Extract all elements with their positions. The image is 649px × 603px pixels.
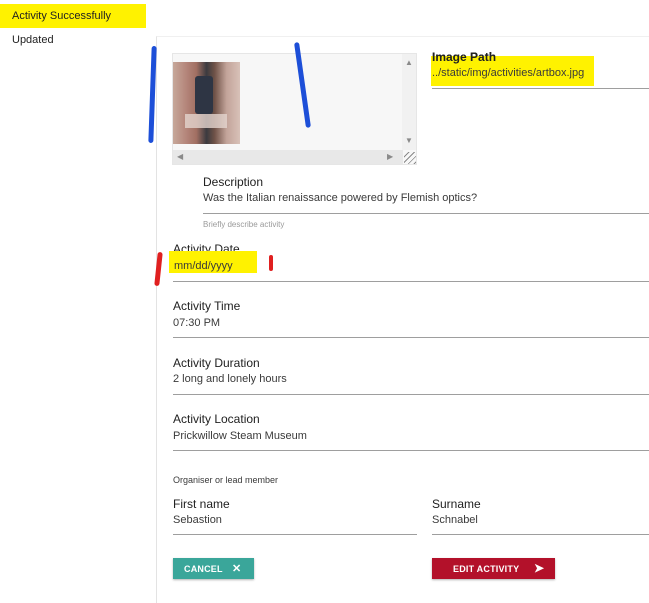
cancel-button[interactable]: CANCEL ✕: [173, 558, 254, 579]
description-hint: Briefly describe activity: [203, 220, 285, 229]
surname-field[interactable]: Schnabel: [432, 514, 478, 526]
first-name-field[interactable]: Sebastion: [173, 514, 222, 526]
surname-label: Surname: [432, 497, 481, 511]
image-path-label-top: Image Path: [432, 50, 497, 64]
activity-time-label: Activity Time: [173, 299, 241, 313]
activity-time-underline: [173, 337, 649, 338]
description-underline: [203, 213, 649, 214]
first-name-label: First name: [173, 497, 230, 511]
cancel-button-label: CANCEL: [184, 563, 223, 574]
edit-activity-button-label: EDIT ACTIVITY: [453, 563, 520, 574]
activity-location-field[interactable]: Prickwillow Steam Museum: [173, 430, 307, 442]
activity-duration-underline: [173, 394, 649, 395]
description-label: Description: [203, 175, 264, 189]
activity-location-underline: [173, 450, 649, 451]
image-path-field[interactable]: ../static/img/activities/artbox.jpg: [432, 67, 584, 79]
image-path-underline: [432, 88, 649, 89]
activity-date-field[interactable]: mm/dd/yyyy: [174, 260, 233, 272]
close-icon: ✕: [232, 563, 242, 575]
scroll-down-icon[interactable]: ▼: [405, 136, 413, 146]
scroll-left-icon[interactable]: ◀: [177, 152, 183, 162]
description-field[interactable]: Was the Italian renaissance powered by F…: [203, 192, 477, 204]
activity-location-label: Activity Location: [173, 412, 260, 426]
activity-date-underline: [173, 281, 649, 282]
horizontal-scrollbar[interactable]: ◀ ▶: [173, 150, 403, 164]
send-icon: ➤: [534, 561, 545, 575]
first-name-underline: [173, 534, 417, 535]
red-pen-mark: [269, 255, 273, 271]
activity-time-field[interactable]: 07:30 PM: [173, 317, 220, 329]
success-toast: Activity Successfully Updated: [0, 4, 146, 46]
scroll-up-icon[interactable]: ▲: [405, 58, 413, 68]
resize-handle-icon[interactable]: [404, 152, 416, 164]
organiser-section-label: Organiser or lead member: [173, 475, 279, 485]
vertical-scrollbar[interactable]: ▲ ▼: [402, 54, 416, 150]
activity-duration-field[interactable]: 2 long and lonely hours: [173, 373, 287, 385]
surname-underline: [432, 534, 649, 535]
edit-activity-button[interactable]: EDIT ACTIVITY ➤: [432, 558, 555, 579]
scroll-right-icon[interactable]: ▶: [387, 152, 393, 162]
activity-duration-label: Activity Duration: [173, 356, 260, 370]
activity-image-thumbnail: [173, 62, 240, 144]
